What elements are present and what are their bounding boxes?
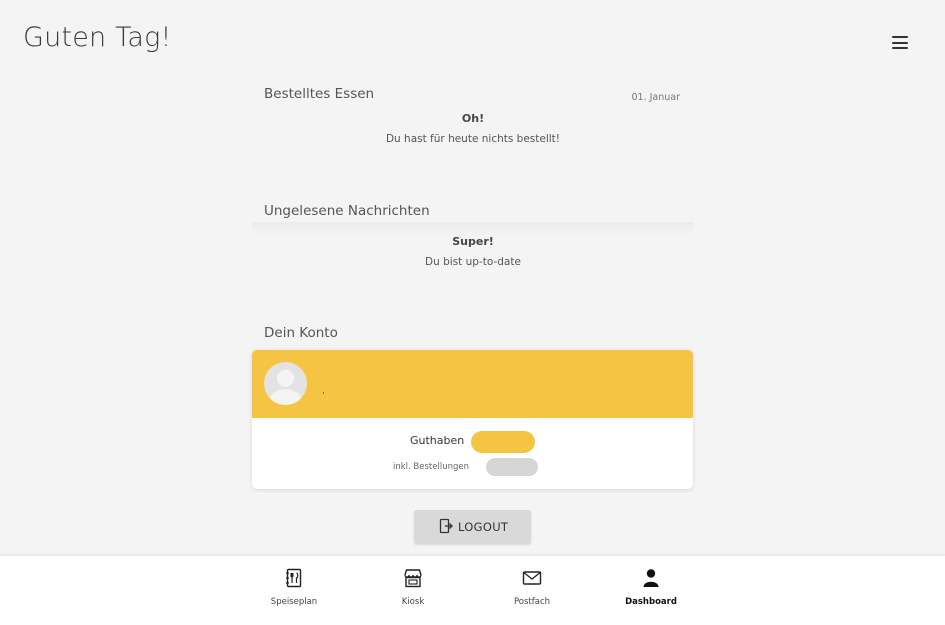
incl-orders-label: inkl. Bestellungen — [393, 462, 469, 472]
ordered-food-date: 01. Januar — [631, 92, 680, 103]
hamburger-line — [892, 47, 908, 50]
kiosk-shop-icon — [404, 569, 422, 588]
account-user-name: , — [322, 386, 325, 396]
menu-book-icon — [286, 568, 302, 588]
balance-label: Guthaben — [410, 434, 465, 447]
logout-label: LOGOUT — [458, 520, 509, 534]
account-title: Dein Konto — [264, 325, 338, 341]
incl-orders-value-badge — [486, 458, 538, 476]
nav-label-kiosk: Kiosk — [401, 597, 425, 607]
messages-empty-title: Super! — [452, 235, 494, 248]
page-title: Guten Tag! — [23, 22, 172, 53]
bottom-navigation: Speiseplan Kiosk Postfach Dashboard — [0, 556, 945, 625]
nav-item-postfach[interactable]: Postfach — [487, 556, 577, 625]
avatar-body-shape — [269, 389, 302, 405]
balance-value-badge — [471, 431, 535, 453]
nav-label-postfach: Postfach — [513, 597, 551, 607]
messages-empty-text: Du bist up-to-date — [425, 256, 521, 268]
ordered-food-empty-text: Du hast für heute nichts bestellt! — [385, 133, 561, 145]
account-card: , Guthaben inkl. Bestellungen — [252, 350, 693, 489]
hamburger-menu-button[interactable] — [890, 34, 912, 52]
nav-label-dashboard: Dashboard — [625, 597, 677, 607]
avatar-head-shape — [277, 370, 294, 387]
nav-item-kiosk[interactable]: Kiosk — [368, 556, 458, 625]
logout-button[interactable]: LOGOUT — [414, 510, 531, 544]
envelope-icon — [522, 571, 542, 585]
account-card-header: , — [252, 350, 693, 418]
avatar — [264, 362, 307, 405]
nav-label-speiseplan: Speiseplan — [270, 597, 318, 607]
hamburger-line — [892, 36, 908, 39]
hamburger-line — [892, 41, 908, 44]
unread-messages-title: Ungelesene Nachrichten — [264, 203, 430, 219]
nav-item-speiseplan[interactable]: Speiseplan — [249, 556, 339, 625]
ordered-food-title: Bestelltes Essen — [264, 86, 375, 102]
nav-item-dashboard[interactable]: Dashboard — [606, 556, 696, 625]
dashboard-page: Guten Tag! Bestelltes Essen 01. Januar O… — [0, 0, 945, 625]
user-icon — [643, 569, 659, 587]
ordered-food-empty-title: Oh! — [461, 112, 485, 125]
logout-door-icon — [439, 518, 453, 534]
messages-divider — [252, 222, 694, 236]
